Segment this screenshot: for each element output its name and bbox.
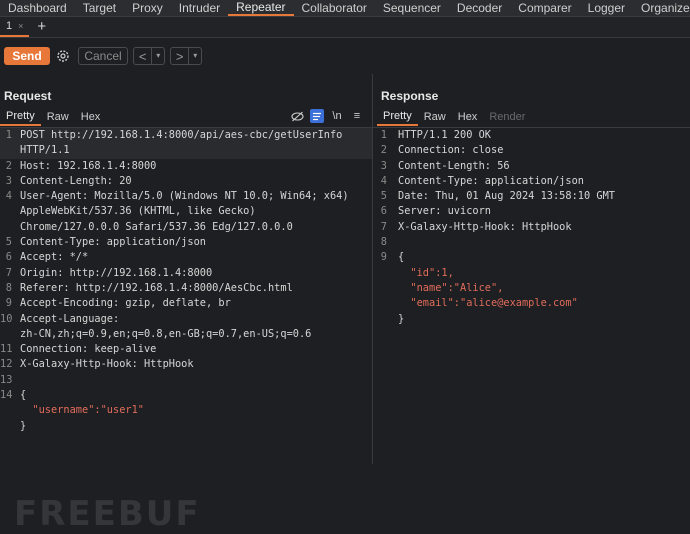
response-panel: Response Pretty Raw Hex Render 1 HTTP/1.1… [373, 74, 690, 464]
tab-proxy[interactable]: Proxy [124, 0, 171, 16]
tab-repeater[interactable]: Repeater [228, 0, 294, 16]
code-line: 14{ [0, 389, 27, 402]
code-line: 6 Server: uvicorn [380, 205, 491, 218]
code-line: AppleWebKit/537.36 (KHTML, like Gecko) [20, 205, 256, 218]
code-line: 9 Accept-Encoding: gzip, deflate, br [5, 297, 231, 310]
request-title: Request [4, 89, 52, 103]
code-line: } [20, 419, 27, 432]
code-line: 10 Accept-Language: [0, 312, 120, 325]
request-editor-tools: \n ≡ [290, 109, 364, 123]
code-line: 1 HTTP/1.1 200 OK [380, 129, 491, 141]
freebuf-watermark: FREEBUF [14, 494, 201, 534]
tab-hex[interactable]: Hex [75, 109, 107, 125]
tab-comparer[interactable]: Comparer [510, 0, 579, 16]
code-line: 3 Content-Length: 56 [380, 159, 510, 172]
request-view-tabs: Pretty Raw Hex [0, 108, 106, 126]
tab-intruder[interactable]: Intruder [171, 0, 228, 16]
chevron-down-icon[interactable]: ▾ [151, 48, 164, 64]
code-line: "email":"alice@example.com" [398, 297, 578, 310]
tab-pretty[interactable]: Pretty [377, 108, 418, 126]
tab-dashboard[interactable]: Dashboard [0, 0, 75, 16]
pretty-print-icon[interactable] [310, 109, 324, 123]
tab-organizer[interactable]: Organizer [633, 0, 690, 16]
forward-navigation[interactable]: > ▾ [170, 47, 202, 65]
code-line: 8 Referer: http://192.168.1.4:8000/AesCbc… [5, 281, 293, 294]
repeater-toolbar: Send Cancel < ▾ > ▾ [0, 38, 690, 74]
code-line: "username":"user1" [20, 404, 144, 417]
tab-raw[interactable]: Raw [418, 109, 452, 125]
code-line: 7 Origin: http://192.168.1.4:8000 [5, 266, 213, 279]
back-navigation[interactable]: < ▾ [133, 47, 165, 65]
code-line: 5 Content-Type: application/json [5, 236, 206, 249]
code-line: 12 X-Galaxy-Http-Hook: HttpHook [0, 358, 194, 371]
code-line: 5 Date: Thu, 01 Aug 2024 13:58:10 GMT [380, 190, 615, 203]
forward-arrow-icon[interactable]: > [171, 49, 188, 64]
code-line: zh-CN,zh;q=0.9,en;q=0.8,en-GB;q=0.7,en-U… [20, 327, 312, 340]
code-line: 1 POST http://192.168.1.4:8000/api/aes-cb… [0, 128, 372, 144]
code-line: 2 Host: 192.168.1.4:8000 [5, 159, 157, 172]
request-panel: Request Pretty Raw Hex \n ≡ 1 POST http:/… [0, 74, 373, 534]
code-line: "name":"Alice", [398, 281, 504, 294]
code-line: 9{ [380, 251, 405, 264]
code-line: Chrome/127.0.0.0 Safari/537.36 Edg/127.0… [20, 220, 293, 233]
tab-raw[interactable]: Raw [41, 109, 75, 125]
tab-sequencer[interactable]: Sequencer [375, 0, 449, 16]
add-tab-icon[interactable]: + [37, 17, 46, 37]
tab-pretty[interactable]: Pretty [0, 108, 41, 126]
code-line: 4 Content-Type: application/json [380, 174, 584, 187]
tab-collaborator[interactable]: Collaborator [294, 0, 375, 16]
tab-logger[interactable]: Logger [580, 0, 633, 16]
code-line: 8 [380, 236, 387, 249]
code-line: "id":1, [398, 266, 454, 279]
request-editor[interactable]: 1 POST http://192.168.1.4:8000/api/aes-cb… [0, 128, 372, 464]
response-view-tabs: Pretty Raw Hex Render [377, 108, 531, 126]
close-icon[interactable]: × [18, 21, 23, 31]
newline-icon[interactable]: \n [330, 109, 344, 123]
tab-hex[interactable]: Hex [452, 109, 484, 125]
back-arrow-icon[interactable]: < [134, 49, 151, 64]
repeater-tab-1[interactable]: 1 × [0, 17, 30, 37]
tab-decoder[interactable]: Decoder [449, 0, 510, 16]
code-line: 6 Accept: */* [5, 251, 89, 264]
chevron-down-icon[interactable]: ▾ [188, 48, 201, 64]
code-line: 2 Connection: close [380, 144, 504, 157]
top-navigation: Dashboard Target Proxy Intruder Repeater Coll… [0, 0, 690, 17]
tab-render[interactable]: Render [483, 109, 531, 125]
cancel-button[interactable]: Cancel [78, 47, 128, 65]
repeater-tab-bar: 1 × + [0, 17, 690, 38]
code-line: HTTP/1.1 [0, 143, 372, 159]
repeater-tab-label: 1 [6, 20, 13, 32]
hide-icon[interactable] [290, 109, 304, 123]
code-line: 13 [0, 373, 13, 386]
code-line: 3 Content-Length: 20 [5, 174, 132, 187]
code-line: 7 X-Galaxy-Http-Hook: HttpHook [380, 220, 572, 233]
code-line: 4 User-Agent: Mozilla/5.0 (Windows NT 10.… [5, 190, 349, 203]
send-button[interactable]: Send [4, 47, 50, 65]
menu-icon[interactable]: ≡ [350, 109, 364, 123]
response-editor[interactable]: 1 HTTP/1.1 200 OK 2 Connection: close 3 Con… [373, 128, 690, 464]
response-title: Response [381, 89, 439, 103]
code-line: 11 Connection: keep-alive [0, 343, 157, 356]
tab-target[interactable]: Target [75, 0, 124, 16]
code-line: } [398, 312, 405, 325]
gear-icon[interactable] [55, 48, 71, 64]
